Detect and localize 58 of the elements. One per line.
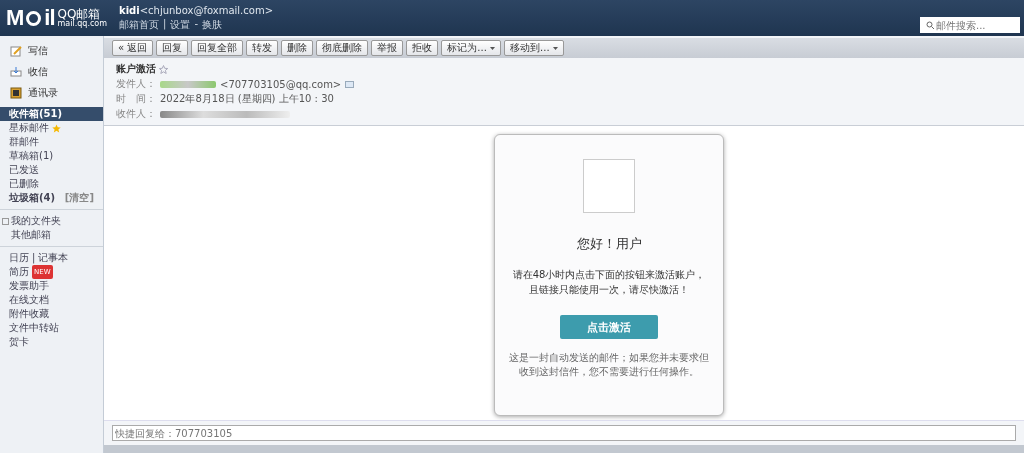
tool-link[interactable]: 简历 [9, 265, 29, 279]
header-link[interactable]: 换肤 [202, 17, 222, 32]
tool-link[interactable]: 发票助手 [9, 279, 49, 293]
sidebar-action[interactable]: 通讯录 [28, 85, 58, 100]
instruction-text: 请在48小时内点击下面的按钮来激活账户，且链接只能使用一次，请尽快激活！ [511, 268, 707, 297]
tool-link[interactable]: 日历 [9, 251, 29, 265]
toolbar-button[interactable]: 转发 [246, 40, 279, 56]
field-label: 发件人： [116, 77, 156, 91]
image-placeholder [583, 159, 635, 213]
toolbar-button[interactable]: 删除 [281, 40, 314, 56]
link-separator: | [163, 17, 167, 32]
quick-reply-field[interactable]: 快捷回复给：707703105 [112, 425, 1016, 441]
user-name: kidi [119, 4, 140, 16]
tool-link[interactable]: 记事本 [38, 251, 69, 265]
footer-note: 这是一封自动发送的邮件；如果您并未要求但收到这封信件，您不需要进行任何操作。 [509, 351, 709, 378]
sidebar-action[interactable]: 收信 [28, 64, 48, 79]
folder-item[interactable]: 我的文件夹 [11, 214, 61, 228]
folder-item[interactable]: 其他邮箱 [11, 228, 51, 242]
star-icon[interactable] [159, 64, 168, 74]
link-separator: - [194, 17, 198, 31]
sidebar-action[interactable]: 写信 [28, 43, 48, 58]
tool-link[interactable]: 在线文档 [9, 293, 49, 307]
search-field[interactable]: 邮件搜索... [920, 17, 1020, 33]
tool-link[interactable]: 贺卡 [9, 335, 29, 349]
expand-toggle-icon[interactable] [2, 217, 9, 225]
header-link[interactable]: 邮箱首页 [119, 17, 160, 32]
folder-item[interactable]: 草稿箱(1) [0, 149, 103, 163]
user-email: <chjunbox@foxmail.com> [139, 4, 274, 16]
blurred-name [160, 80, 216, 88]
toolbar-button[interactable]: 移动到... [504, 40, 564, 56]
folder-item[interactable]: 已删除 [0, 177, 103, 191]
toolbar-button[interactable]: 拒收 [406, 40, 439, 56]
folder-item[interactable]: 收件箱(51) [0, 107, 103, 121]
field-label: 时 间： [116, 92, 156, 106]
folder-item[interactable]: 星标邮件 [0, 121, 103, 135]
greeting-text: 您好！用户 [576, 235, 642, 253]
folder-item[interactable]: 群邮件 [0, 135, 103, 149]
link-separator: | [32, 251, 36, 265]
toolbar-button[interactable]: 回复全部 [191, 40, 244, 56]
toolbar-button[interactable]: « 返回 [112, 40, 154, 56]
address-book-icon [10, 86, 22, 99]
tool-link[interactable]: 附件收藏 [9, 307, 49, 321]
search-icon [926, 21, 934, 29]
toolbar-button[interactable]: 彻底删除 [316, 40, 369, 56]
tool-link[interactable]: 文件中转站 [9, 321, 59, 335]
toolbar-button[interactable]: 举报 [371, 40, 404, 56]
field-label: 收件人： [116, 107, 156, 121]
inbox-icon [10, 65, 22, 78]
sent-time: 2022年8月18日 (星期四) 上午10 : 30 [160, 92, 334, 106]
toolbar-button[interactable]: 标记为... [441, 40, 502, 56]
folder-item[interactable]: 垃圾箱(4) [清空] [0, 191, 103, 205]
sender-email: <707703105@qq.com> [220, 78, 342, 90]
mail-subject: 账户激活 [116, 62, 156, 76]
pencil-icon [10, 44, 22, 57]
header-link[interactable]: 设置 [170, 17, 191, 32]
contact-card-icon[interactable] [345, 80, 355, 88]
toolbar-button[interactable]: 回复 [156, 40, 189, 56]
folder-item[interactable]: 已发送 [0, 163, 103, 177]
